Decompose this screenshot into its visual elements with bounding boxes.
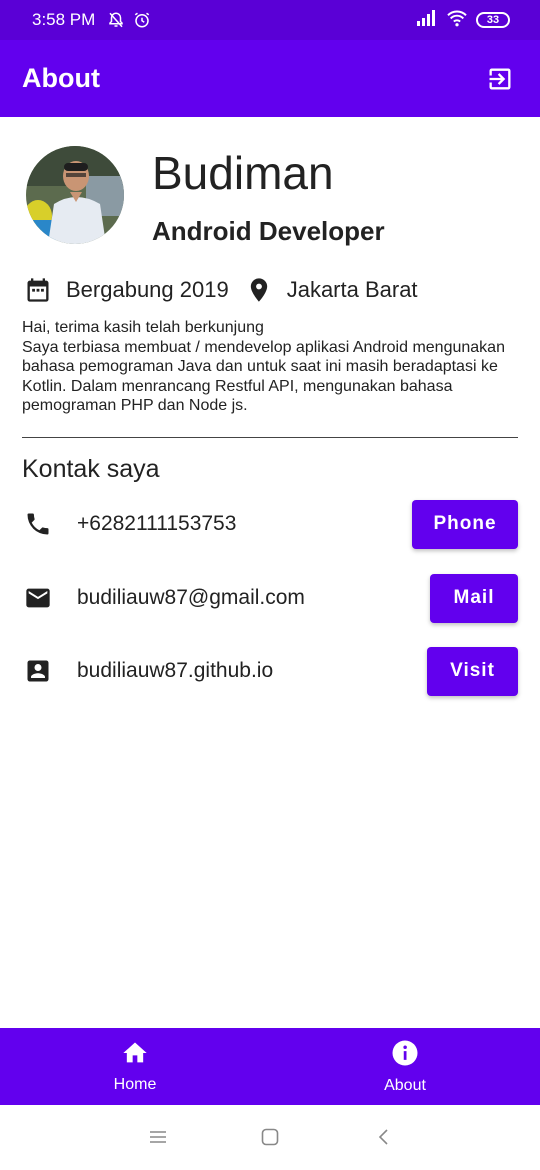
app-bar: About <box>0 40 540 117</box>
back-icon[interactable] <box>374 1127 394 1152</box>
signal-icon <box>416 9 438 31</box>
home-button-icon[interactable] <box>260 1127 280 1152</box>
notifications-muted-icon <box>107 11 125 29</box>
tab-home-label: Home <box>113 1076 157 1093</box>
status-bar: 3:58 PM 33 <box>0 0 540 40</box>
tab-about[interactable]: About <box>270 1028 540 1105</box>
logout-icon[interactable] <box>484 63 516 95</box>
status-time: 3:58 PM <box>32 10 96 29</box>
info-icon <box>390 1038 420 1073</box>
contacts-heading: Kontak saya <box>22 455 160 483</box>
mail-icon <box>22 582 54 614</box>
page-title: About <box>22 63 100 93</box>
location-pin-icon <box>245 276 273 304</box>
phone-number: +6282111153753 <box>77 512 237 535</box>
wifi-icon <box>446 9 468 32</box>
system-navigation-bar <box>0 1105 540 1170</box>
calendar-icon <box>24 276 52 304</box>
phone-icon <box>22 508 54 540</box>
joined-text: Bergabung 2019 <box>66 277 229 302</box>
divider <box>22 437 518 438</box>
tab-about-label: About <box>384 1077 426 1094</box>
phone-button[interactable]: Phone <box>412 499 518 549</box>
home-icon <box>120 1039 150 1072</box>
location-text: Jakarta Barat <box>286 277 418 302</box>
contact-card-icon <box>22 655 54 687</box>
contact-row-website: budiliauw87.github.io Visit <box>22 646 518 696</box>
battery-indicator: 33 <box>476 12 510 28</box>
profile-meta: Bergabung 2019 Jakarta Barat <box>24 274 434 306</box>
website-url: budiliauw87.github.io <box>77 659 274 682</box>
profile-name: Budiman <box>152 147 334 199</box>
tab-home[interactable]: Home <box>0 1028 270 1105</box>
visit-button[interactable]: Visit <box>427 646 518 696</box>
contact-row-phone: +6282111153753 Phone <box>22 499 518 549</box>
bio-text: Hai, terima kasih telah berkunjung Saya … <box>22 319 505 414</box>
email-address: budiliauw87@gmail.com <box>77 586 305 609</box>
alarm-icon <box>133 11 151 29</box>
profile-role: Android Developer <box>152 216 385 246</box>
contact-row-mail: budiliauw87@gmail.com Mail <box>22 573 518 623</box>
bottom-navigation: Home About <box>0 1028 540 1105</box>
avatar <box>26 146 124 244</box>
mail-button[interactable]: Mail <box>430 573 518 623</box>
recents-icon[interactable] <box>148 1127 168 1152</box>
